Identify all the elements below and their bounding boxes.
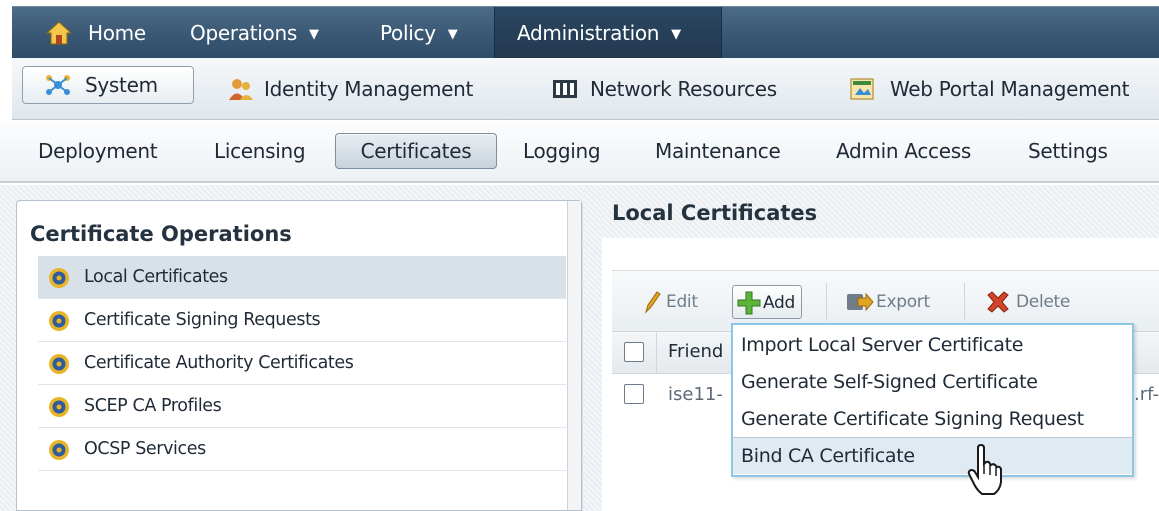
sidebar-item-label: Certificate Signing Requests <box>84 310 321 330</box>
hand-pointer-icon <box>967 444 1002 495</box>
nav-policy-label: Policy <box>380 21 436 45</box>
tab-identity-management-label: Identity Management <box>264 77 474 101</box>
export-icon <box>847 292 874 312</box>
menu-item-generate-csr[interactable]: Generate Certificate Signing Request <box>733 401 1132 438</box>
nav-operations-label: Operations <box>190 21 297 45</box>
page-title: Local Certificates <box>612 201 818 225</box>
menu-maintenance[interactable]: Maintenance <box>655 121 781 181</box>
table-cell-friendly-name[interactable]: ise11- <box>668 384 723 405</box>
web-portal-icon <box>850 78 874 100</box>
nav-operations[interactable]: Operations ▼ <box>190 7 319 59</box>
network-device-icon <box>553 80 577 98</box>
certificate-operations-list: Local Certificates Certificate Signing R… <box>38 256 566 471</box>
gear-icon <box>49 354 69 374</box>
sidebar-item-ca-certificates[interactable]: Certificate Authority Certificates <box>38 342 566 385</box>
chevron-down-icon: ▼ <box>671 27 681 42</box>
pencil-icon <box>644 291 661 314</box>
table-cell-truncated: .rf- <box>1134 384 1159 405</box>
tab-network-resources-label: Network Resources <box>590 77 777 101</box>
row-checkbox[interactable] <box>624 384 644 404</box>
home-icon <box>46 21 72 45</box>
system-icon <box>46 75 70 95</box>
add-label: Add <box>763 293 796 313</box>
gear-icon <box>49 440 69 460</box>
toolbar-divider <box>964 283 965 321</box>
tab-system-label: System <box>85 73 158 97</box>
nav-administration[interactable]: Administration ▼ <box>494 7 722 59</box>
edit-label: Edit <box>666 292 698 312</box>
chevron-down-icon: ▼ <box>308 27 319 42</box>
plus-icon <box>737 291 761 315</box>
gear-icon <box>49 268 69 288</box>
delete-button[interactable]: Delete <box>986 285 1070 319</box>
panel-scrollbar[interactable] <box>567 201 581 510</box>
menu-item-generate-self-signed-certificate[interactable]: Generate Self-Signed Certificate <box>733 364 1132 401</box>
tab-identity-management[interactable]: Identity Management <box>222 58 473 120</box>
tab-network-resources[interactable]: Network Resources <box>548 58 777 120</box>
panel-splitter[interactable] <box>584 185 602 511</box>
menu-certificates[interactable]: Certificates <box>335 133 497 169</box>
sidebar-item-certificate-signing-requests[interactable]: Certificate Signing Requests <box>38 299 566 342</box>
sidebar-item-scep-ca-profiles[interactable]: SCEP CA Profiles <box>38 385 566 428</box>
menu-settings[interactable]: Settings <box>1028 121 1108 181</box>
menu-item-bind-ca-certificate[interactable]: Bind CA Certificate <box>733 437 1132 474</box>
edit-button[interactable]: Edit <box>640 285 698 319</box>
sidebar-item-ocsp-services[interactable]: OCSP Services <box>38 428 566 471</box>
sidebar-item-local-certificates[interactable]: Local Certificates <box>38 256 566 299</box>
export-button[interactable]: Export <box>846 285 930 319</box>
nav-administration-label: Administration <box>517 21 660 45</box>
users-icon <box>229 79 253 100</box>
select-all-checkbox[interactable] <box>624 342 644 362</box>
section-menu-bar: Deployment Licensing Certificates Loggin… <box>0 121 1159 183</box>
add-dropdown-menu: Import Local Server Certificate Generate… <box>731 323 1134 477</box>
gear-icon <box>49 397 69 417</box>
gear-icon <box>49 311 69 331</box>
tab-web-portal-management[interactable]: Web Portal Management <box>848 58 1130 120</box>
delete-label: Delete <box>1016 292 1071 312</box>
column-header-friendly-name[interactable]: Friend <box>668 341 723 362</box>
add-button[interactable]: Add <box>732 285 803 319</box>
sidebar-item-label: OCSP Services <box>84 439 206 459</box>
toolbar-divider <box>826 283 827 321</box>
sidebar-item-label: SCEP CA Profiles <box>84 396 222 416</box>
menu-admin-access[interactable]: Admin Access <box>836 121 971 181</box>
tab-system[interactable]: System <box>22 66 194 104</box>
menu-item-import-local-server-certificate[interactable]: Import Local Server Certificate <box>733 327 1132 364</box>
menu-licensing[interactable]: Licensing <box>214 121 306 181</box>
export-label: Export <box>876 292 930 312</box>
menu-logging[interactable]: Logging <box>523 121 601 181</box>
sidebar-item-label: Local Certificates <box>84 267 228 287</box>
menu-deployment[interactable]: Deployment <box>38 121 158 181</box>
chevron-down-icon: ▼ <box>447 27 458 42</box>
delete-x-icon <box>987 291 1009 313</box>
top-nav-bar: Home Operations ▼ Policy ▼ Administration ▼ <box>12 6 1159 59</box>
sub-nav-bar: System Identity Management Network Resou… <box>12 58 1159 120</box>
nav-home[interactable]: Home <box>88 7 146 59</box>
tab-web-portal-management-label: Web Portal Management <box>890 77 1130 101</box>
nav-policy[interactable]: Policy ▼ <box>380 7 458 59</box>
panel-title: Certificate Operations <box>30 222 292 246</box>
sidebar-item-label: Certificate Authority Certificates <box>84 353 354 373</box>
column-divider <box>656 332 657 374</box>
